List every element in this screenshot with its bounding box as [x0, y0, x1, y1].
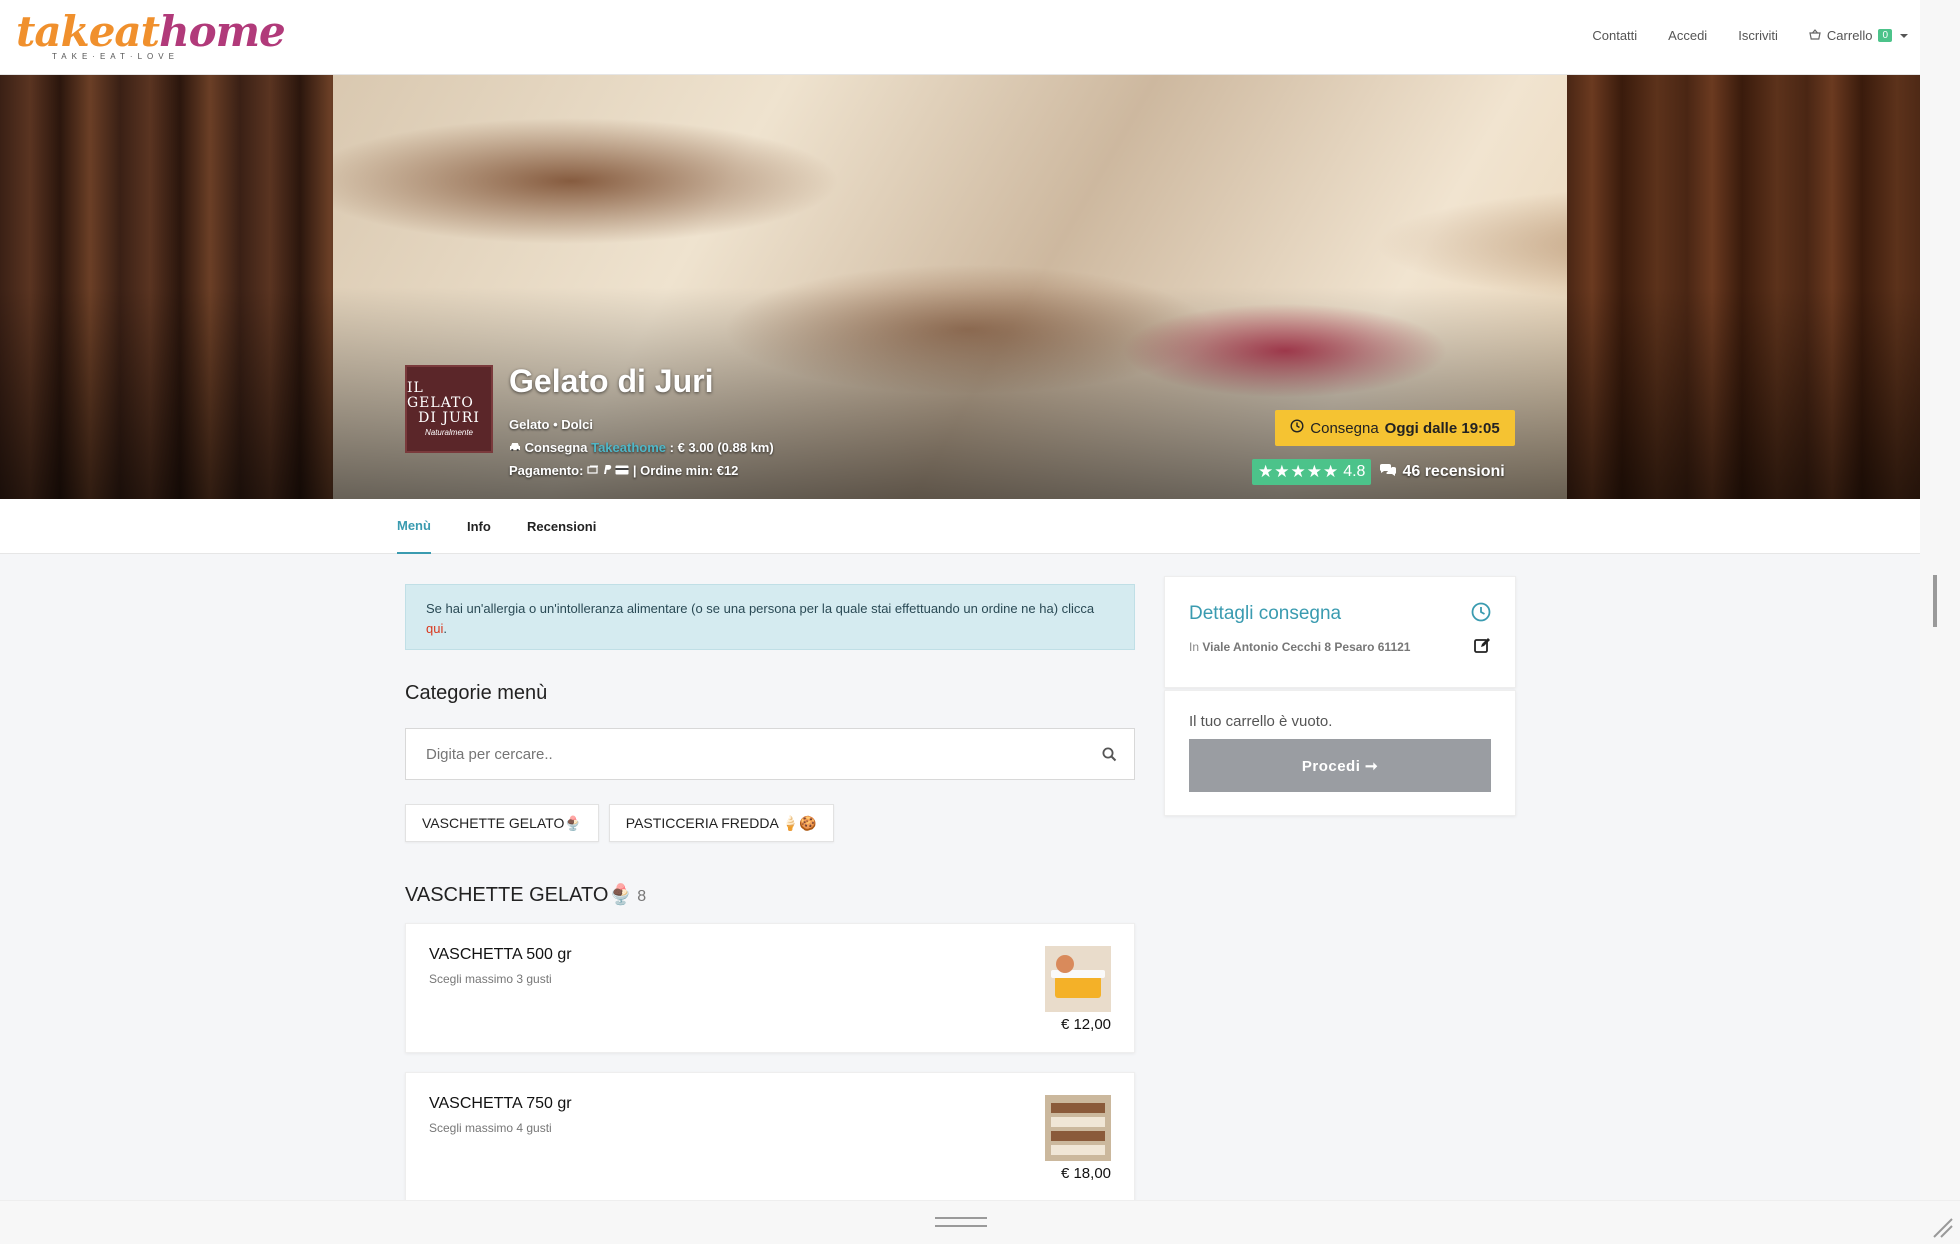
rating-row: ★★★★★ 4.8 46 recensioni [1252, 459, 1505, 485]
chip-vaschette-gelato[interactable]: VASCHETTE GELATO🍨 [405, 804, 599, 842]
empty-cart-text: Il tuo carrello è vuoto. [1189, 713, 1333, 730]
logo-wordmark: takeathome [16, 7, 286, 56]
product-card[interactable]: VASCHETTA 750 gr Scegli massimo 4 gusti … [405, 1072, 1135, 1202]
nav-links: Contatti Accedi Iscriviti Carrello 0 [1592, 28, 1908, 43]
product-thumbnail [1045, 1095, 1111, 1161]
drag-handle[interactable] [935, 1217, 987, 1227]
cart-label: Carrello [1826, 28, 1873, 43]
product-description: Scegli massimo 3 gusti [429, 972, 552, 986]
hero-shade [0, 75, 1920, 499]
delivery-address: In Viale Antonio Cecchi 8 Pesaro 61121 [1189, 640, 1411, 654]
delivery-provider-link[interactable]: Takeathome [591, 440, 666, 455]
category-heading: VASCHETTE GELATO🍨 8 [405, 884, 647, 906]
restaurant-name: Gelato di Juri [509, 363, 714, 399]
window-right-gutter [1920, 0, 1960, 1244]
product-price: € 12,00 [1060, 1016, 1111, 1033]
delivery-info: Consegna Takeathome : € 3.00 (0.88 km) [509, 436, 774, 459]
delivery-details-title: Dettagli consegna [1189, 603, 1342, 624]
allergy-notice: Se hai un'allergia o un'intolleranza ali… [405, 584, 1135, 650]
proceed-button[interactable]: Procedi ➞ [1189, 739, 1491, 792]
payment-info: Pagamento: | Ordine min: €12 [509, 463, 739, 478]
scrollbar-handle[interactable] [1933, 575, 1937, 627]
category-chips: VASCHETTE GELATO🍨 PASTICCERIA FREDDA 🍦🍪 [405, 804, 834, 842]
clock-icon [1290, 419, 1304, 437]
restaurant-hero: IL GELATO DI JURI Naturalmente Gelato di… [0, 75, 1920, 499]
restaurant-meta: Gelato • Dolci Consegna Takeathome : € 3… [509, 413, 774, 482]
restaurant-tabs: Menù Info Recensioni [0, 499, 1920, 554]
restaurant-categories: Gelato • Dolci [509, 417, 594, 432]
chevron-down-icon [1900, 33, 1908, 38]
clock-icon[interactable] [1471, 602, 1491, 627]
product-description: Scegli massimo 4 gusti [429, 1121, 552, 1135]
basket-icon [1809, 28, 1821, 43]
cart-dropdown[interactable]: Carrello 0 [1809, 28, 1908, 43]
edit-icon[interactable] [1474, 637, 1491, 659]
menu-search [405, 728, 1135, 780]
category-count: 8 [637, 888, 647, 905]
rating-value: 4.8 [1343, 463, 1366, 480]
product-name: VASCHETTA 750 gr [429, 1095, 572, 1112]
cash-icon [587, 463, 603, 478]
allergy-link[interactable]: qui [426, 621, 443, 636]
tab-menu[interactable]: Menù [397, 499, 431, 554]
nav-accedi[interactable]: Accedi [1668, 28, 1707, 43]
cart-card: Il tuo carrello è vuoto. Procedi ➞ [1164, 690, 1516, 816]
product-price: € 18,00 [1060, 1165, 1111, 1182]
takeathome-logo[interactable]: takeathome TAKE·EAT·LOVE [16, 7, 286, 68]
restaurant-logo: IL GELATO DI JURI Naturalmente [405, 365, 493, 453]
nav-contatti[interactable]: Contatti [1592, 28, 1637, 43]
window-bottom-bar [0, 1200, 1960, 1244]
product-card[interactable]: VASCHETTA 500 gr Scegli massimo 3 gusti … [405, 923, 1135, 1053]
product-name: VASCHETTA 500 gr [429, 946, 572, 963]
delivery-time-badge: Consegna Oggi dalle 19:05 [1275, 410, 1515, 446]
logo-tagline: TAKE·EAT·LOVE [52, 52, 179, 61]
delivery-details-card: Dettagli consegna In Viale Antonio Cecch… [1164, 576, 1516, 688]
tab-recensioni[interactable]: Recensioni [527, 499, 596, 554]
reviews-link[interactable]: 46 recensioni [1379, 463, 1505, 482]
nav-iscriviti[interactable]: Iscriviti [1738, 28, 1778, 43]
credit-card-icon [615, 463, 633, 478]
comments-icon [1379, 463, 1397, 482]
paypal-icon [603, 463, 616, 478]
menu-categories-title: Categorie menù [405, 682, 548, 704]
menu-search-input[interactable] [406, 729, 1084, 779]
resize-icon[interactable] [1930, 1215, 1954, 1244]
car-icon [509, 440, 525, 455]
cart-count-badge: 0 [1878, 29, 1892, 42]
tab-info[interactable]: Info [467, 499, 491, 554]
product-thumbnail [1045, 946, 1111, 1012]
search-icon[interactable] [1084, 747, 1134, 762]
top-navbar: takeathome TAKE·EAT·LOVE Contatti Accedi… [0, 0, 1920, 75]
chip-pasticceria-fredda[interactable]: PASTICCERIA FREDDA 🍦🍪 [608, 804, 834, 842]
rating-badge: ★★★★★ 4.8 [1252, 459, 1372, 485]
star-rating-icon: ★★★★★ [1258, 462, 1340, 481]
